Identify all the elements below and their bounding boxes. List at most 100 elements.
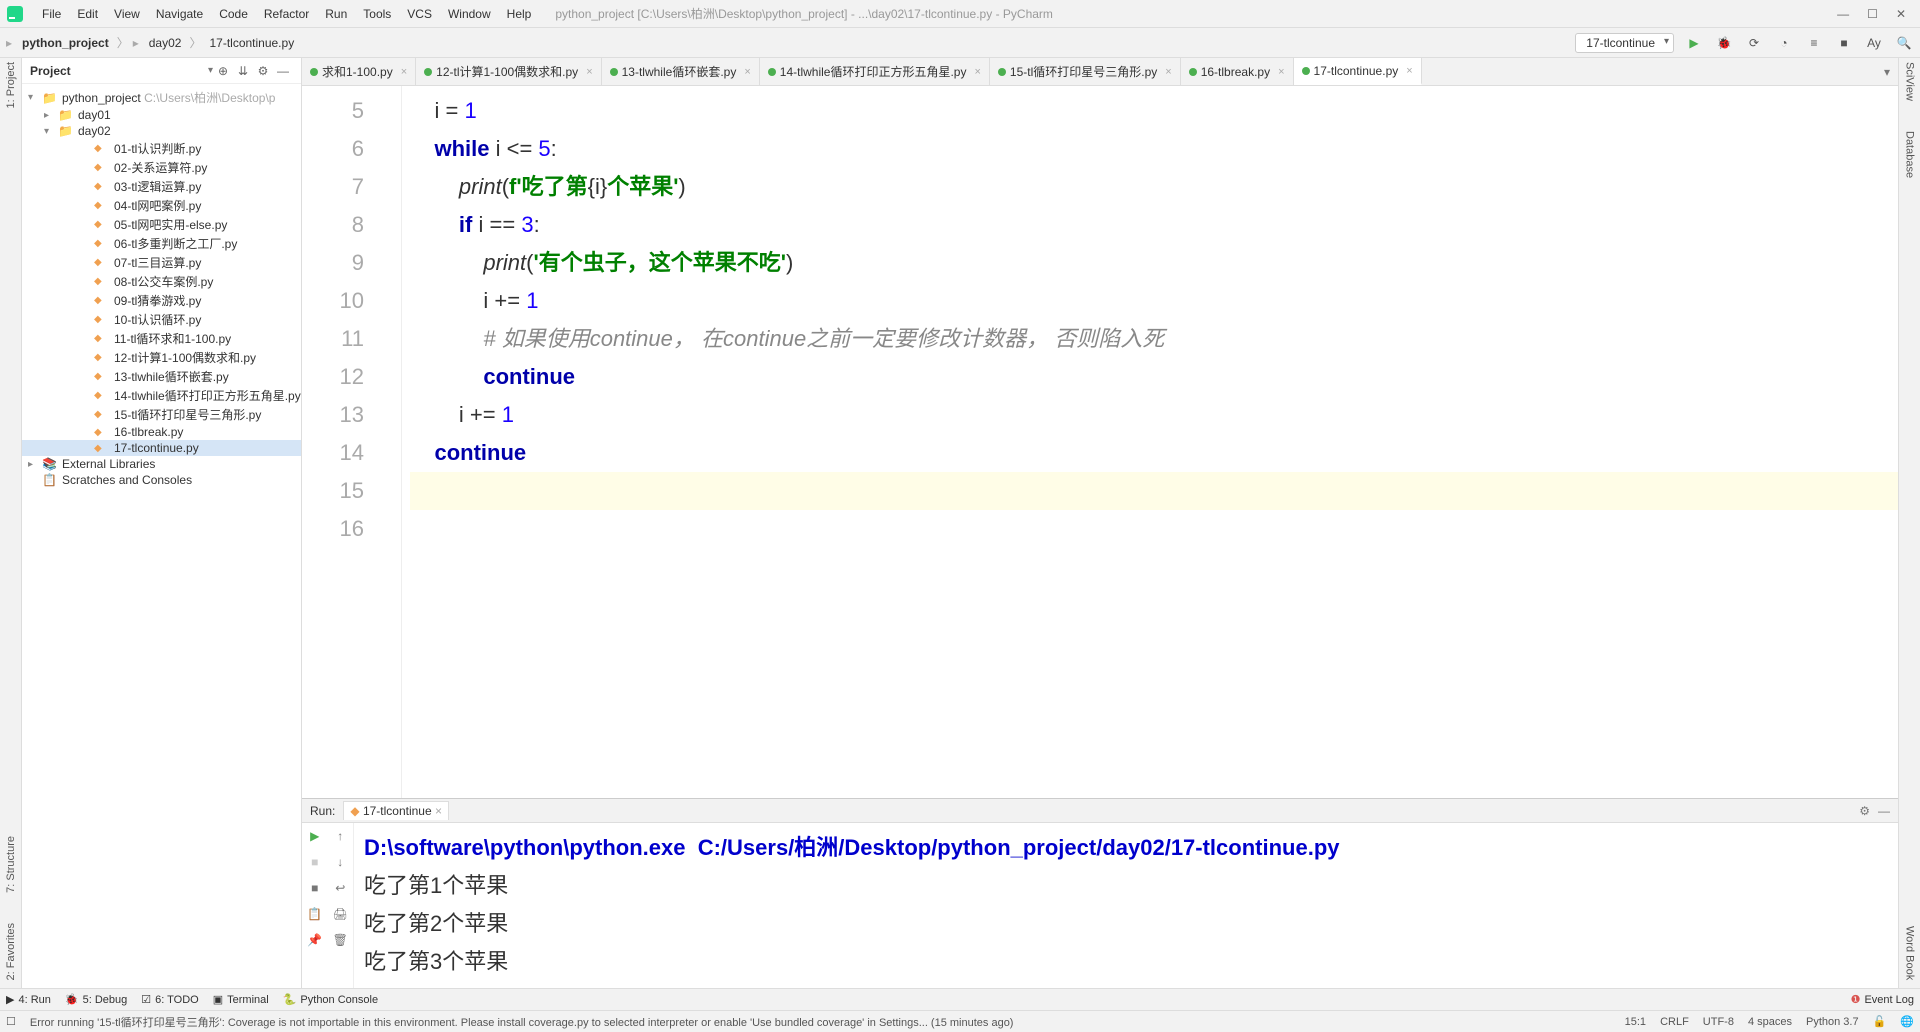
tree-external-libraries[interactable]: ▸📚External Libraries: [22, 456, 301, 472]
stop-icon[interactable]: ■: [302, 849, 328, 875]
pause-icon[interactable]: ■: [302, 875, 328, 901]
console-output[interactable]: D:\software\python\python.exe C:/Users/柏…: [354, 823, 1898, 988]
close-tab-icon[interactable]: ×: [1278, 66, 1284, 78]
menu-help[interactable]: Help: [499, 7, 540, 21]
status-interpreter[interactable]: Python 3.7: [1806, 1016, 1859, 1028]
tool-database-tab[interactable]: Database: [1904, 131, 1916, 178]
search-everywhere-icon[interactable]: 🔍: [1894, 33, 1914, 53]
stop-icon[interactable]: ■: [1834, 33, 1854, 53]
tool-project-tab[interactable]: 1: Project: [5, 62, 17, 108]
status-indent[interactable]: 4 spaces: [1748, 1016, 1792, 1028]
status-encoding[interactable]: UTF-8: [1703, 1016, 1734, 1028]
code-line[interactable]: [410, 472, 1898, 510]
menu-view[interactable]: View: [106, 7, 148, 21]
tree-file[interactable]: ◆04-tl网吧案例.py: [22, 196, 301, 215]
gear-icon[interactable]: ⚙: [253, 64, 273, 78]
code-line[interactable]: i += 1: [410, 282, 1898, 320]
bottom-run-tab[interactable]: ▶ 4: Run: [6, 993, 51, 1006]
tree-file[interactable]: ◆13-tlwhile循环嵌套.py: [22, 367, 301, 386]
run-icon[interactable]: ▶: [1684, 33, 1704, 53]
up-icon[interactable]: ↑: [328, 823, 354, 849]
gear-icon[interactable]: ⚙: [1859, 804, 1870, 818]
tool-wordbook-tab[interactable]: Word Book: [1904, 926, 1916, 980]
status-caret-pos[interactable]: 15:1: [1625, 1016, 1646, 1028]
code-line[interactable]: print(f'吃了第{i}个苹果'): [410, 168, 1898, 206]
menu-vcs[interactable]: VCS: [399, 7, 440, 21]
menu-file[interactable]: File: [34, 7, 69, 21]
close-tab-icon[interactable]: ×: [744, 66, 750, 78]
menu-navigate[interactable]: Navigate: [148, 7, 211, 21]
tree-scratches[interactable]: 📋Scratches and Consoles: [22, 472, 301, 488]
code-line[interactable]: i += 1: [410, 396, 1898, 434]
debug-icon[interactable]: 🐞: [1714, 33, 1734, 53]
status-icon[interactable]: ☐: [6, 1015, 16, 1028]
tree-file[interactable]: ◆08-tl公交车案例.py: [22, 272, 301, 291]
code-line[interactable]: if i == 3:: [410, 206, 1898, 244]
status-line-sep[interactable]: CRLF: [1660, 1016, 1689, 1028]
code-line[interactable]: print('有个虫子，这个苹果不吃'): [410, 244, 1898, 282]
editor[interactable]: 5678910111213141516 i = 1 while i <= 5: …: [302, 86, 1898, 798]
close-tab-icon[interactable]: ×: [586, 66, 592, 78]
bottom-python-console-tab[interactable]: 🐍 Python Console: [283, 993, 378, 1006]
run-tab[interactable]: ◆ 17-tlcontinue ×: [343, 801, 449, 820]
lock-icon[interactable]: 🔓: [1873, 1015, 1887, 1028]
close-icon[interactable]: ✕: [1896, 7, 1906, 21]
tree-file[interactable]: ◆17-tlcontinue.py: [22, 440, 301, 456]
tree-file[interactable]: ◆03-tl逻辑运算.py: [22, 177, 301, 196]
code-line[interactable]: continue: [410, 358, 1898, 396]
tree-file[interactable]: ◆07-tl三目运算.py: [22, 253, 301, 272]
tree-file[interactable]: ◆10-tl认识循环.py: [22, 310, 301, 329]
menu-window[interactable]: Window: [440, 7, 499, 21]
code-line[interactable]: continue: [410, 434, 1898, 472]
tree-file[interactable]: ◆09-tl猜拳游戏.py: [22, 291, 301, 310]
bottom-debug-tab[interactable]: 🐞 5: Debug: [65, 993, 127, 1006]
rerun-icon[interactable]: ▶: [302, 823, 328, 849]
concurrency-icon[interactable]: ≡: [1804, 33, 1824, 53]
tree-root[interactable]: ▾📁 python_project C:\Users\柏洲\Desktop\p: [22, 88, 301, 107]
print-icon[interactable]: 🖨: [328, 901, 354, 927]
tree-file[interactable]: ◆15-tl循环打印星号三角形.py: [22, 405, 301, 424]
run-config-select[interactable]: 17-tlcontinue: [1575, 33, 1674, 53]
editor-tab[interactable]: 14-tlwhile循环打印正方形五角星.py×: [760, 58, 990, 85]
tool-favorites-tab[interactable]: 2: Favorites: [5, 923, 17, 980]
menu-run[interactable]: Run: [317, 7, 355, 21]
editor-tab[interactable]: 12-tl计算1-100偶数求和.py×: [416, 58, 601, 85]
bottom-todo-tab[interactable]: ☑ 6: TODO: [141, 993, 198, 1006]
menu-refactor[interactable]: Refactor: [256, 7, 317, 21]
code-line[interactable]: [410, 510, 1898, 548]
menu-code[interactable]: Code: [211, 7, 256, 21]
pin-icon[interactable]: 📌: [302, 927, 328, 953]
code-line[interactable]: # 如果使用continue， 在continue之前一定要修改计数器， 否则陷…: [410, 320, 1898, 358]
bottom-terminal-tab[interactable]: ▣ Terminal: [213, 993, 269, 1006]
hide-icon[interactable]: —: [273, 64, 293, 78]
tree-file[interactable]: ◆14-tlwhile循环打印正方形五角星.py: [22, 386, 301, 405]
chrome-icon[interactable]: 🌐: [1900, 1015, 1914, 1028]
close-icon[interactable]: 📋: [302, 901, 328, 927]
bottom-event-log-tab[interactable]: ❶ Event Log: [1851, 993, 1914, 1006]
menu-edit[interactable]: Edit: [69, 7, 106, 21]
hide-icon[interactable]: —: [1878, 804, 1890, 818]
minimize-icon[interactable]: —: [1837, 7, 1849, 21]
tree-file[interactable]: ◆16-tlbreak.py: [22, 424, 301, 440]
code-line[interactable]: i = 1: [410, 92, 1898, 130]
trash-icon[interactable]: 🗑: [328, 927, 354, 953]
wrap-icon[interactable]: ↩: [328, 875, 354, 901]
tree-folder-day02[interactable]: ▾📁day02: [22, 123, 301, 139]
editor-tab[interactable]: 15-tl循环打印星号三角形.py×: [990, 58, 1181, 85]
close-tab-icon[interactable]: ×: [1406, 65, 1412, 77]
editor-tab[interactable]: 求和1-100.py×: [302, 58, 416, 85]
close-tab-icon[interactable]: ×: [1165, 66, 1171, 78]
maximize-icon[interactable]: ☐: [1867, 7, 1878, 21]
tool-structure-tab[interactable]: 7: Structure: [5, 836, 17, 893]
breadcrumb-file[interactable]: 17-tlcontinue.py: [205, 36, 298, 50]
editor-tab[interactable]: 13-tlwhile循环嵌套.py×: [602, 58, 760, 85]
tree-file[interactable]: ◆01-tl认识判断.py: [22, 139, 301, 158]
tree-file[interactable]: ◆05-tl网吧实用-else.py: [22, 215, 301, 234]
coverage-icon[interactable]: ⟳: [1744, 33, 1764, 53]
tree-folder-day01[interactable]: ▸📁day01: [22, 107, 301, 123]
editor-tab[interactable]: 16-tlbreak.py×: [1181, 58, 1294, 85]
close-tab-icon[interactable]: ×: [974, 66, 980, 78]
tree-file[interactable]: ◆11-tl循环求和1-100.py: [22, 329, 301, 348]
tree-file[interactable]: ◆06-tl多重判断之工厂.py: [22, 234, 301, 253]
tab-dropdown-icon[interactable]: ▾: [1884, 65, 1890, 79]
